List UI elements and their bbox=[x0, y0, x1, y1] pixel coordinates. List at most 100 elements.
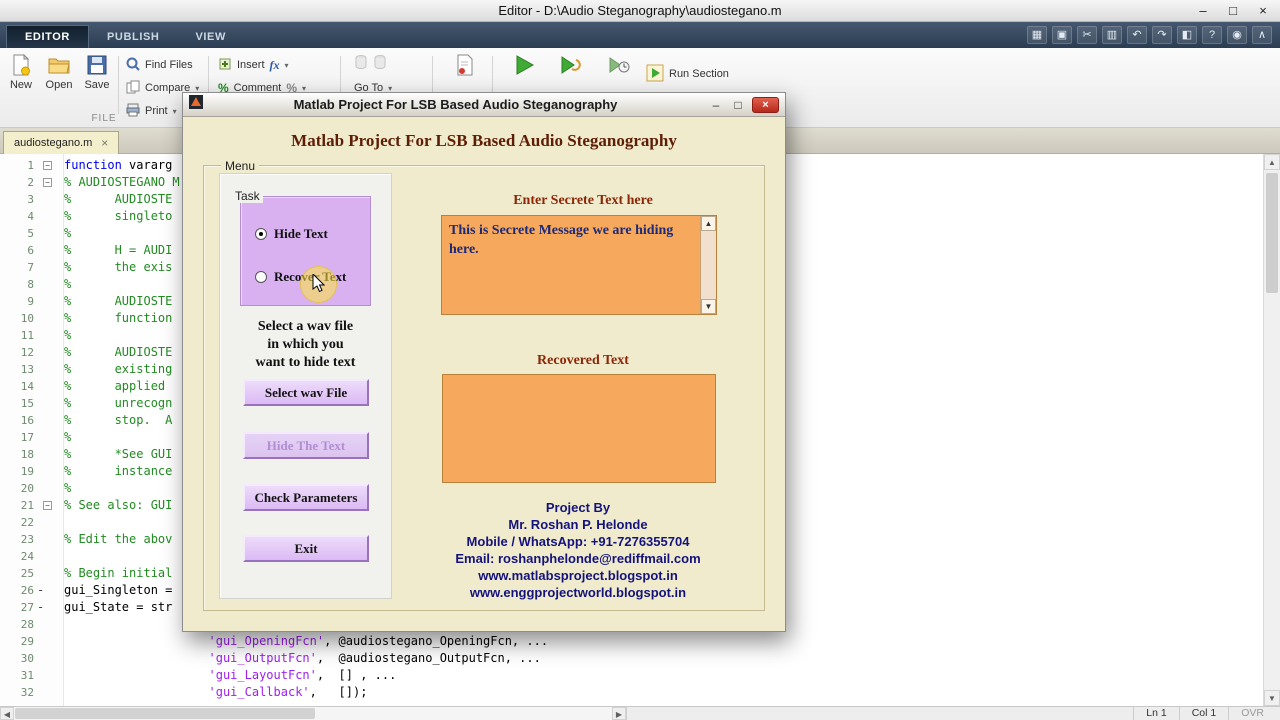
window-controls: – □ × bbox=[1188, 0, 1278, 22]
line-number: 32 bbox=[20, 686, 34, 699]
hide-the-text-button: Hide The Text bbox=[243, 432, 369, 459]
line-number: 17 bbox=[20, 431, 34, 444]
scroll-left-icon[interactable]: ◀ bbox=[0, 707, 14, 720]
run-and-advance-button[interactable] bbox=[552, 52, 590, 78]
collapse-toolstrip-icon[interactable]: ∧ bbox=[1252, 26, 1272, 44]
run-section-icon bbox=[646, 64, 664, 85]
project-info-line: Email: roshanphelonde@rediffmail.com bbox=[455, 551, 701, 566]
line-number: 15 bbox=[20, 397, 34, 410]
compare-icon bbox=[126, 80, 140, 97]
line-number: 2 bbox=[27, 176, 34, 189]
line-number: 8 bbox=[27, 278, 34, 291]
scroll-down-icon[interactable]: ▼ bbox=[1264, 690, 1280, 706]
status-overwrite: OVR bbox=[1228, 707, 1276, 720]
horizontal-scroll-thumb[interactable] bbox=[15, 708, 315, 719]
dialog-maximize-button[interactable]: □ bbox=[730, 98, 746, 112]
line-number: 3 bbox=[27, 193, 34, 206]
line-number: 18 bbox=[20, 448, 34, 461]
dialog-minimize-button[interactable]: – bbox=[708, 98, 724, 112]
run-and-time-button[interactable] bbox=[600, 52, 638, 78]
save-quick-icon[interactable]: ▣ bbox=[1052, 26, 1072, 44]
cut-icon[interactable]: ✂ bbox=[1077, 26, 1097, 44]
document-tab-audiostegano[interactable]: audiostegano.m × bbox=[3, 131, 120, 154]
run-button[interactable] bbox=[505, 52, 543, 78]
code-line: 30 'gui_OutputFcn', @audiostegano_Output… bbox=[0, 650, 1263, 667]
switch-window-icon[interactable]: ◧ bbox=[1177, 26, 1197, 44]
save-button[interactable]: Save bbox=[78, 52, 116, 91]
recovered-text-output[interactable] bbox=[442, 374, 716, 483]
redo-icon[interactable]: ↷ bbox=[1152, 26, 1172, 44]
breakpoints-button[interactable] bbox=[446, 52, 484, 78]
scroll-up-icon[interactable]: ▲ bbox=[1264, 154, 1280, 170]
tab-close-icon[interactable]: × bbox=[101, 136, 108, 150]
select-wav-file-button[interactable]: Select wav File bbox=[243, 379, 369, 406]
line-number: 21 bbox=[20, 499, 34, 512]
new-file-icon bbox=[2, 52, 40, 78]
check-parameters-button[interactable]: Check Parameters bbox=[243, 484, 369, 511]
run-and-time-icon bbox=[600, 52, 638, 78]
find-files-icon bbox=[126, 57, 140, 74]
line-number: 7 bbox=[27, 261, 34, 274]
horizontal-scrollbar[interactable]: ◀ ▶ bbox=[0, 707, 627, 720]
toolstrip-tabs: EDITOR PUBLISH VIEW bbox=[6, 22, 244, 48]
code-fold-icon[interactable]: − bbox=[43, 501, 52, 510]
status-cells: Ln 1 Col 1 OVR bbox=[1133, 707, 1276, 720]
line-number: 20 bbox=[20, 482, 34, 495]
status-column: Col 1 bbox=[1178, 707, 1229, 720]
project-info-line: www.matlabsproject.blogspot.in bbox=[478, 568, 678, 583]
dialog-buttons: Select wav File Hide The Text Check Parame… bbox=[220, 174, 391, 598]
minimize-button[interactable]: – bbox=[1188, 0, 1218, 22]
steganography-dialog: Matlab Project For LSB Based Audio Stega… bbox=[182, 92, 786, 632]
secret-text-input[interactable]: This is Secrete Message we are hiding he… bbox=[441, 215, 717, 315]
dialog-titlebar[interactable]: Matlab Project For LSB Based Audio Stega… bbox=[183, 93, 785, 117]
dialog-close-button[interactable]: × bbox=[752, 96, 779, 113]
copy-icon[interactable]: ▥ bbox=[1102, 26, 1122, 44]
close-button[interactable]: × bbox=[1248, 0, 1278, 22]
menu-panel-label: Menu bbox=[221, 159, 260, 173]
desktop-layout-icon[interactable]: ▦ bbox=[1027, 26, 1047, 44]
run-and-advance-icon bbox=[552, 52, 590, 78]
line-number: 22 bbox=[20, 516, 34, 529]
dialog-icon bbox=[189, 95, 203, 114]
line-number: 28 bbox=[20, 618, 34, 631]
open-button[interactable]: Open bbox=[40, 52, 78, 91]
code-fold-icon[interactable]: − bbox=[43, 161, 52, 170]
exit-button[interactable]: Exit bbox=[243, 535, 369, 562]
project-info-line: www.enggprojectworld.blogspot.in bbox=[469, 585, 687, 600]
project-info-line: Project By bbox=[545, 500, 611, 515]
scroll-right-icon[interactable]: ▶ bbox=[612, 707, 626, 720]
stack-icon bbox=[373, 54, 387, 73]
run-section-button[interactable]: Run Section bbox=[646, 64, 729, 85]
insert-dropdown-icon bbox=[285, 59, 289, 71]
restore-button[interactable]: □ bbox=[1218, 0, 1248, 22]
code-line: 32 'gui_Callback', []); bbox=[0, 684, 1263, 701]
code-fold-icon[interactable]: − bbox=[43, 178, 52, 187]
line-number: 19 bbox=[20, 465, 34, 478]
toolstrip-tab-editor[interactable]: EDITOR bbox=[6, 25, 89, 48]
breakpoints-icon bbox=[446, 52, 484, 78]
save-disk-icon bbox=[78, 52, 116, 78]
secret-scroll-down-icon[interactable]: ▼ bbox=[701, 299, 716, 314]
undo-icon[interactable]: ↶ bbox=[1127, 26, 1147, 44]
line-number: 24 bbox=[20, 550, 34, 563]
community-icon[interactable]: ◉ bbox=[1227, 26, 1247, 44]
dialog-title: Matlab Project For LSB Based Audio Stega… bbox=[293, 97, 618, 112]
run-icon bbox=[505, 52, 543, 78]
status-line: Ln 1 bbox=[1133, 707, 1178, 720]
line-number: 25 bbox=[20, 567, 34, 580]
project-info-line: Mr. Roshan P. Helonde bbox=[508, 517, 648, 532]
line-number: 29 bbox=[20, 635, 34, 648]
new-button[interactable]: New bbox=[2, 52, 40, 91]
recovered-text-label: Recovered Text bbox=[537, 353, 629, 368]
help-icon[interactable]: ? bbox=[1202, 26, 1222, 44]
toolstrip-tab-publish[interactable]: PUBLISH bbox=[89, 26, 177, 48]
vertical-scroll-thumb[interactable] bbox=[1266, 173, 1278, 293]
find-files-button[interactable]: Find Files bbox=[126, 57, 193, 73]
document-tab-label: audiostegano.m bbox=[14, 137, 93, 149]
fx-icon[interactable]: fx bbox=[270, 58, 280, 73]
vertical-scrollbar[interactable]: ▲ ▼ bbox=[1263, 154, 1280, 706]
secret-scroll-up-icon[interactable]: ▲ bbox=[701, 216, 716, 231]
insert-button[interactable]: Insert fx bbox=[218, 57, 289, 73]
secret-scrollbar[interactable]: ▲ ▼ bbox=[700, 216, 716, 314]
toolstrip-tab-view[interactable]: VIEW bbox=[177, 26, 244, 48]
